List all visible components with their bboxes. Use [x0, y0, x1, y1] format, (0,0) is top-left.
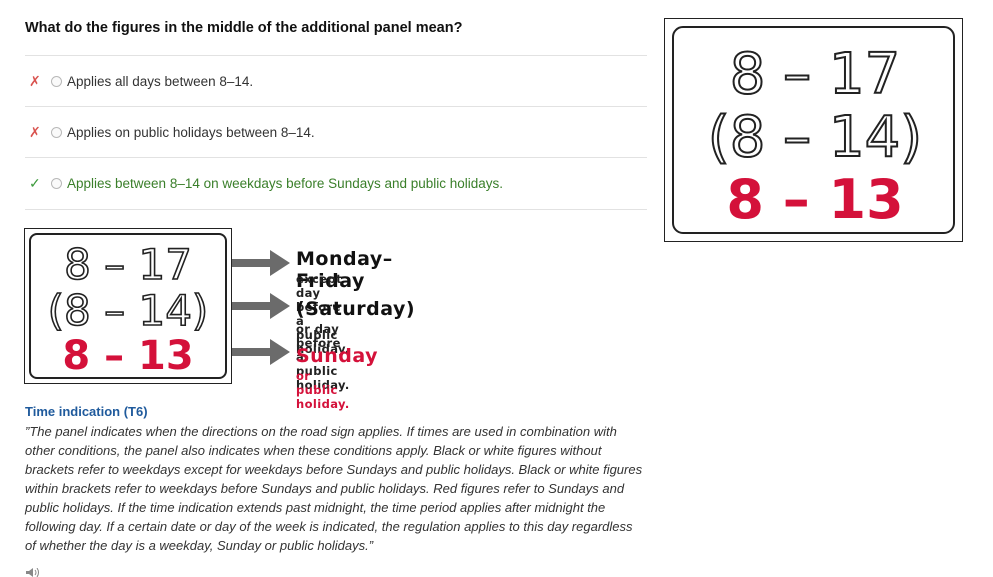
legend-heading-sunday: Sunday: [296, 345, 378, 367]
correct-mark-icon: ✓: [29, 175, 41, 191]
description-body: ”The panel indicates when the directions…: [25, 424, 643, 553]
sign-line-saturday: (8 – 14): [708, 105, 922, 170]
question-title: What do the figures in the middle of the…: [25, 20, 463, 36]
answer-option-3[interactable]: ✓ Applies between 8–14 on weekdays befor…: [25, 157, 647, 210]
legend-sub-sunday: or public holiday.: [296, 369, 350, 411]
arrow-right-icon: [232, 293, 290, 319]
sign-line-weekdays: 8 – 17: [64, 240, 192, 289]
sign-line-weekdays: 8 – 17: [730, 42, 901, 107]
question-sign-image: 8 – 17 (8 – 14) 8 – 13: [664, 18, 963, 242]
answer-option-2[interactable]: ✗ Applies on public holidays between 8–1…: [25, 106, 647, 158]
radio-button[interactable]: [51, 178, 62, 189]
arrows: [232, 250, 290, 365]
sign-line-sunday: 8 – 13: [726, 168, 903, 231]
wrong-mark-icon: ✗: [29, 124, 41, 140]
option-label: Applies on public holidays between 8–14.: [67, 125, 315, 140]
radio-button[interactable]: [51, 127, 62, 138]
small-sign-panel: 8 – 17 (8 – 14) 8 – 13: [24, 228, 232, 384]
wrong-mark-icon: ✗: [29, 73, 41, 89]
option-label: Applies all days between 8–14.: [67, 74, 254, 89]
arrow-right-icon: [232, 250, 290, 276]
answer-option-1[interactable]: ✗ Applies all days between 8–14.: [25, 55, 647, 107]
speaker-icon[interactable]: [25, 568, 41, 577]
radio-button[interactable]: [51, 76, 62, 87]
small-sign-figures: 8 – 17 (8 – 14) 8 – 13: [47, 239, 209, 379]
description-title: Time indication (T6): [25, 404, 148, 419]
sign-line-saturday: (8 – 14): [48, 286, 209, 335]
legend-heading-saturday: (Saturday): [296, 298, 416, 320]
sign-line-sunday: 8 – 13: [62, 333, 193, 379]
big-sign-figures: 8 – 17 (8 – 14) 8 – 13: [707, 41, 923, 231]
option-label: Applies between 8–14 on weekdays before …: [67, 176, 504, 191]
arrow-right-icon: [232, 339, 290, 365]
